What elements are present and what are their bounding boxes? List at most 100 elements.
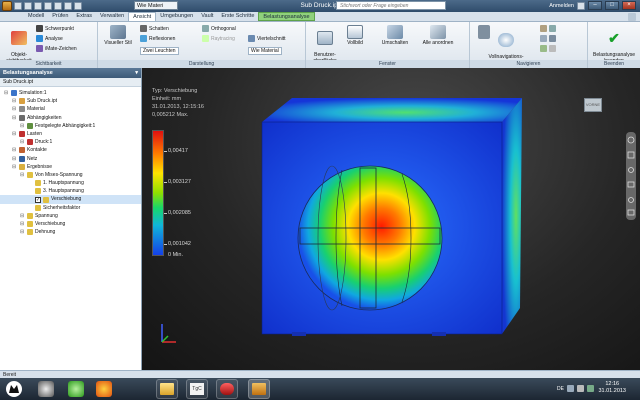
tab-umgebungen[interactable]: Umgebungen xyxy=(156,12,197,21)
expander-icon[interactable]: ⊟ xyxy=(12,97,17,105)
tree-node[interactable]: ⊟ Festgelegte Abhängigkeit:1 xyxy=(0,122,141,130)
benutzeroberflaeche-button[interactable]: Benutzer- oberfläche xyxy=(310,25,340,64)
taskbar-inventor[interactable] xyxy=(248,379,270,399)
taskbar-explorer[interactable] xyxy=(156,379,178,399)
imate-button[interactable]: iMate-Zeichen xyxy=(36,45,77,52)
close-button[interactable]: × xyxy=(622,1,636,10)
tree-node-icon xyxy=(35,180,41,187)
tab-modell[interactable]: Modell xyxy=(24,12,48,21)
tree-node[interactable]: ⊟ Druck:1 xyxy=(0,138,141,146)
expander-icon[interactable]: ⊟ xyxy=(20,212,25,220)
expander-icon[interactable]: ⊟ xyxy=(12,155,17,163)
reflection-icon xyxy=(140,35,147,42)
tree-node[interactable]: ⊟ Kontakte xyxy=(0,146,141,154)
legend-tick xyxy=(164,244,167,245)
tree-node-label: Druck:1 xyxy=(35,139,53,146)
signin-link[interactable]: Anmelden xyxy=(549,3,574,9)
legend-value: 0,003127 xyxy=(168,179,191,185)
clock[interactable]: 12:16 31.01.2013 xyxy=(598,381,626,395)
umschalten-button[interactable]: Umschalten xyxy=(378,25,412,46)
visibility-checkbox[interactable]: ✓ xyxy=(35,196,41,203)
tree-node[interactable]: 3. Hauptspannung xyxy=(0,187,141,195)
tab-vault[interactable]: Vault xyxy=(197,12,217,21)
expander-icon[interactable]: ⊟ xyxy=(12,114,17,122)
expander-icon[interactable]: ⊟ xyxy=(20,122,25,130)
media-app-icon[interactable] xyxy=(38,381,54,397)
taskbar-app2[interactable] xyxy=(216,379,238,399)
expander-icon[interactable]: ⊟ xyxy=(20,220,25,228)
tab-belastungsanalyse[interactable]: Belastungsanalyse xyxy=(258,12,315,21)
belastungsanalyse-beenden-button[interactable]: ✔ Belastungsanalyse beenden xyxy=(590,25,638,64)
network-icon[interactable] xyxy=(567,385,574,392)
tray-app-icon[interactable] xyxy=(587,385,594,392)
pan-button[interactable] xyxy=(540,25,556,32)
tab-erste-schritte[interactable]: Erste Schritte xyxy=(217,12,258,21)
viertelschnitt-button[interactable]: Viertelschnitt xyxy=(248,35,286,42)
tree-node[interactable]: ⊟ Sub Druck.ipt xyxy=(0,97,141,105)
volume-icon[interactable] xyxy=(577,385,584,392)
chat-app-icon[interactable] xyxy=(68,381,84,397)
tab-extras[interactable]: Extras xyxy=(72,12,96,21)
help-search-input[interactable]: Stichwort oder Frage eingeben xyxy=(336,1,446,10)
viewcube[interactable]: VORNE xyxy=(584,98,602,112)
tree-node[interactable]: ⊟ Simulation:1 xyxy=(0,89,141,97)
expander-icon[interactable]: ⊟ xyxy=(12,105,17,113)
help-icon[interactable] xyxy=(577,1,585,10)
expander-icon[interactable]: ⊟ xyxy=(20,171,25,179)
zoom-button[interactable] xyxy=(540,35,556,42)
alle-anordnen-button[interactable]: Alle anordnen xyxy=(418,25,458,46)
expander-icon[interactable]: ⊟ xyxy=(20,228,25,236)
tree-node[interactable]: Sicherheitsfaktor xyxy=(0,204,141,212)
navigation-bar[interactable] xyxy=(626,132,636,220)
visibility-icon xyxy=(11,31,27,45)
orthogonal-button[interactable]: Orthogonal xyxy=(202,25,236,32)
reflexionen-button[interactable]: Reflexionen xyxy=(140,35,175,42)
maximize-button[interactable]: □ xyxy=(605,1,619,10)
tree-node[interactable]: ⊟ Spannung xyxy=(0,212,141,220)
tree-node[interactable]: ⊟ Verschiebung xyxy=(0,220,141,228)
expander-icon[interactable]: ⊟ xyxy=(4,89,9,97)
tree-node[interactable]: ⊟ Abhängigkeiten xyxy=(0,114,141,122)
tab-pruefen[interactable]: Prüfen xyxy=(48,12,72,21)
expander-icon[interactable]: ⊟ xyxy=(12,146,17,154)
tree-node[interactable]: ⊟ Ergebnisse xyxy=(0,163,141,171)
start-button[interactable] xyxy=(6,381,22,397)
schatten-button[interactable]: Schatten xyxy=(140,25,169,32)
language-indicator[interactable]: DE xyxy=(557,386,564,392)
tree-node[interactable]: 1. Hauptspannung xyxy=(0,179,141,187)
tree-node[interactable]: ⊟ Material xyxy=(0,105,141,113)
tree-node[interactable]: ⊟ Lasten xyxy=(0,130,141,138)
imate-label: iMate-Zeichen xyxy=(45,45,77,52)
tree-node[interactable]: ✓ Verschiebung xyxy=(0,195,141,204)
expander-icon[interactable]: ⊟ xyxy=(20,138,25,146)
ribbon-options-icon[interactable] xyxy=(628,13,636,21)
tree-node[interactable]: ⊟ Von Mises-Spannung xyxy=(0,171,141,179)
minimize-button[interactable]: – xyxy=(588,1,602,10)
pressure-disc xyxy=(297,165,443,311)
visueller-stil-button[interactable]: Visueller Stil xyxy=(100,25,136,46)
tab-verwalten[interactable]: Verwalten xyxy=(96,12,128,21)
vollbild-button[interactable]: Vollbild xyxy=(344,25,366,46)
browser-menu-icon[interactable]: ▾ xyxy=(135,68,138,78)
raytracing-button[interactable]: Raytracing xyxy=(202,35,235,42)
fullscreen-icon xyxy=(347,25,363,39)
firefox-icon[interactable] xyxy=(96,381,112,397)
schwerpunkt-button[interactable]: Schwerpunkt xyxy=(36,25,74,32)
tab-ansicht[interactable]: Ansicht xyxy=(128,12,157,21)
view-face-button[interactable] xyxy=(540,45,556,52)
tree-node[interactable]: ⊟ Netz xyxy=(0,155,141,163)
browser-title[interactable]: Belastungsanalyse xyxy=(3,68,53,78)
leuchten-combo[interactable]: Zwei Leuchten xyxy=(140,47,179,55)
expander-icon[interactable]: ⊟ xyxy=(12,130,17,138)
taskbar-app[interactable]: TgC xyxy=(186,379,208,399)
graphics-viewport[interactable]: Typ: Verschiebung Einheit: mm 31.01.2013… xyxy=(142,68,640,370)
material-combo-ribbon[interactable]: Wie Material xyxy=(248,47,282,55)
schwerpunkt-label: Schwerpunkt xyxy=(45,25,74,32)
analyse-button[interactable]: Analyse xyxy=(36,35,63,42)
tree-node-label: 1. Hauptspannung xyxy=(43,180,84,187)
result-model[interactable] xyxy=(252,88,532,348)
tree-node[interactable]: ⊟ Dehnung xyxy=(0,228,141,236)
previous-view-icon xyxy=(549,45,556,52)
objekt-sichtbarkeit-button[interactable]: Objekt- sichtbarkeit xyxy=(4,25,34,64)
expander-icon[interactable]: ⊟ xyxy=(12,163,17,171)
